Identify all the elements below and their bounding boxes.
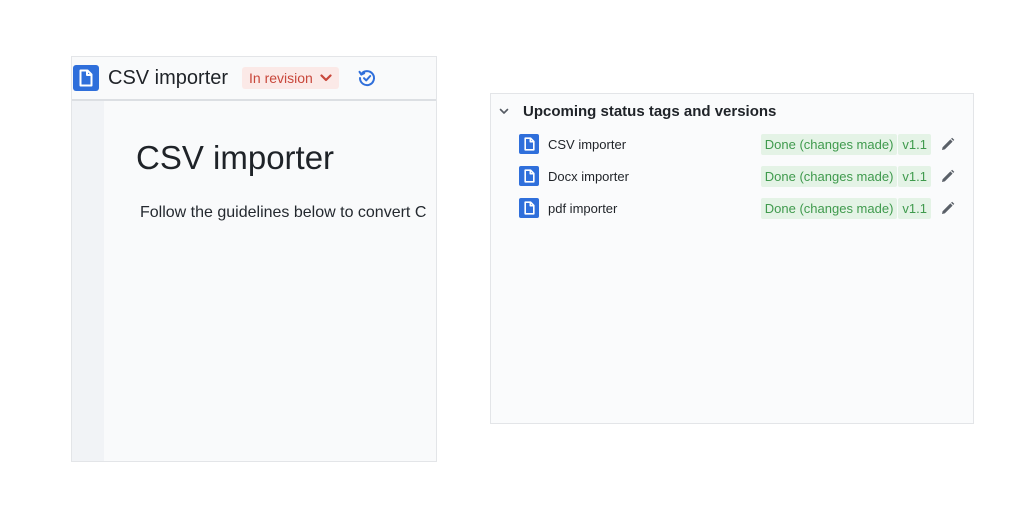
history-check-icon[interactable] [357, 68, 377, 88]
document-title: CSV importer [136, 139, 335, 176]
status-dropdown-label: In revision [249, 70, 313, 86]
status-tag[interactable]: Done (changes made) [760, 197, 898, 219]
document-paragraph: Follow the guidelines below to convert C [140, 204, 427, 221]
panel-header[interactable]: Upcoming status tags and versions [497, 103, 776, 120]
pencil-icon[interactable] [940, 169, 955, 184]
collapse-chevron-icon[interactable] [497, 108, 511, 115]
panel-title: Upcoming status tags and versions [523, 103, 777, 120]
document-window: CSV importer In revision CSV importer Fo… [71, 56, 437, 462]
document-gutter [72, 101, 104, 461]
document-header: CSV importer In revision [72, 57, 436, 101]
status-tag[interactable]: Done (changes made) [760, 165, 898, 187]
pencil-icon[interactable] [940, 201, 955, 216]
pencil-icon[interactable] [940, 137, 955, 152]
list-item-name[interactable]: Docx importer [548, 169, 629, 184]
list-item-name[interactable]: pdf importer [548, 201, 617, 216]
status-tag[interactable]: Done (changes made) [760, 133, 898, 155]
status-dropdown[interactable]: In revision [242, 67, 339, 89]
list-item[interactable]: CSV importer Done (changes made) v1.1 [519, 132, 961, 156]
document-icon [73, 65, 99, 91]
list-item[interactable]: pdf importer Done (changes made) v1.1 [519, 196, 961, 220]
screen: CSV importer In revision CSV importer Fo… [0, 0, 1036, 518]
version-tag[interactable]: v1.1 [898, 165, 931, 187]
document-icon [519, 166, 539, 186]
upcoming-status-panel: Upcoming status tags and versions CSV im… [490, 93, 974, 424]
document-body[interactable]: CSV importer Follow the guidelines below… [104, 101, 436, 461]
chevron-down-icon [320, 74, 332, 82]
document-icon [519, 198, 539, 218]
list-item-name[interactable]: CSV importer [548, 137, 626, 152]
version-tag[interactable]: v1.1 [898, 133, 931, 155]
list-item[interactable]: Docx importer Done (changes made) v1.1 [519, 164, 961, 188]
document-header-title: CSV importer [108, 66, 229, 89]
version-tag[interactable]: v1.1 [898, 197, 931, 219]
document-icon [519, 134, 539, 154]
